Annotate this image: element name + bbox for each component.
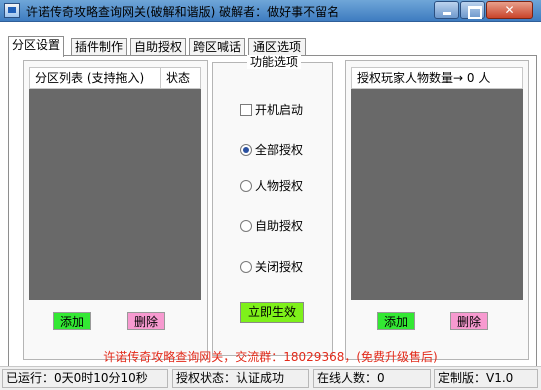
status-bar: 已运行：0天0时10分10秒 授权状态：认证成功 在线人数：0 定制版：V1.0: [0, 366, 541, 390]
autostart-label: 开机启动: [255, 103, 304, 117]
radio-disable-authorization-dot[interactable]: [240, 261, 252, 273]
close-button[interactable]: [486, 1, 533, 19]
authorized-players-count[interactable]: 授权玩家人物数量→ 0 人: [352, 68, 524, 88]
title-bar[interactable]: 许诺传奇攻略查询网关(破解和谐版) 破解者：做好事不留名: [0, 0, 541, 22]
function-options-title: 功能选项: [247, 55, 302, 69]
maximize-button[interactable]: [460, 1, 485, 19]
radio-disable-authorization[interactable]: 关闭授权: [240, 260, 303, 274]
partition-add-button[interactable]: 添加: [53, 312, 91, 330]
minimize-button[interactable]: [434, 1, 459, 19]
tab-cross-zone-shout[interactable]: 跨区喊话: [189, 38, 245, 56]
radio-self-authorization[interactable]: 自助授权: [240, 219, 303, 233]
status-column[interactable]: 状态: [160, 68, 202, 88]
radio-character-authorization-dot[interactable]: [240, 180, 252, 192]
radio-all-authorization[interactable]: 全部授权: [240, 143, 303, 157]
tab-partition-settings[interactable]: 分区设置: [8, 36, 64, 57]
tab-self-authorization[interactable]: 自助授权: [130, 38, 186, 56]
radio-character-authorization[interactable]: 人物授权: [240, 179, 303, 193]
tab-plugin-making[interactable]: 插件制作: [71, 38, 127, 56]
edition-status: 定制版：V1.0: [434, 369, 538, 388]
radio-disable-authorization-label: 关闭授权: [255, 260, 304, 274]
partition-settings-panel: 分区列表 (支持拖入) 状态 添加 删除 功能选项 开机启动 全部授权 人物授权…: [8, 55, 537, 367]
radio-all-authorization-dot[interactable]: [240, 144, 252, 156]
partition-delete-button[interactable]: 删除: [127, 312, 165, 330]
function-options-group: 功能选项 开机启动 全部授权 人物授权 自助授权 关闭授权 立即生效: [212, 55, 333, 356]
partition-list[interactable]: [29, 89, 201, 300]
radio-self-authorization-label: 自助授权: [255, 219, 304, 233]
partition-list-column[interactable]: 分区列表 (支持拖入): [30, 68, 160, 88]
radio-self-authorization-dot[interactable]: [240, 220, 252, 232]
autostart-checkbox[interactable]: [240, 104, 252, 116]
window-client-area: 分区设置 插件制作 自助授权 跨区喊话 通区选项 分区列表 (支持拖入) 状态 …: [0, 23, 541, 390]
partition-list-header: 分区列表 (支持拖入) 状态: [29, 67, 201, 89]
player-delete-button[interactable]: 删除: [450, 312, 488, 330]
radio-character-authorization-label: 人物授权: [255, 179, 304, 193]
autostart-option[interactable]: 开机启动: [240, 103, 303, 117]
contact-notice: 许诺传奇攻略查询网关，交流群：18029368，(免费升级售后): [103, 350, 438, 364]
authorized-players-box: 授权玩家人物数量→ 0 人 添加 删除: [345, 60, 529, 360]
tab-zone-options[interactable]: 通区选项: [248, 38, 306, 56]
player-add-button[interactable]: 添加: [377, 312, 415, 330]
radio-all-authorization-label: 全部授权: [255, 143, 304, 157]
window-title: 许诺传奇攻略查询网关(破解和谐版) 破解者：做好事不留名: [26, 5, 340, 19]
partition-list-box: 分区列表 (支持拖入) 状态 添加 删除: [23, 60, 208, 360]
authorized-players-list[interactable]: [351, 89, 523, 300]
online-count-status: 在线人数：0: [313, 369, 431, 388]
uptime-status: 已运行：0天0时10分10秒: [2, 369, 168, 388]
app-icon: [4, 3, 20, 18]
apply-now-button[interactable]: 立即生效: [240, 302, 304, 323]
authorized-players-header: 授权玩家人物数量→ 0 人: [351, 67, 523, 89]
authorization-status: 授权状态：认证成功: [172, 369, 309, 388]
